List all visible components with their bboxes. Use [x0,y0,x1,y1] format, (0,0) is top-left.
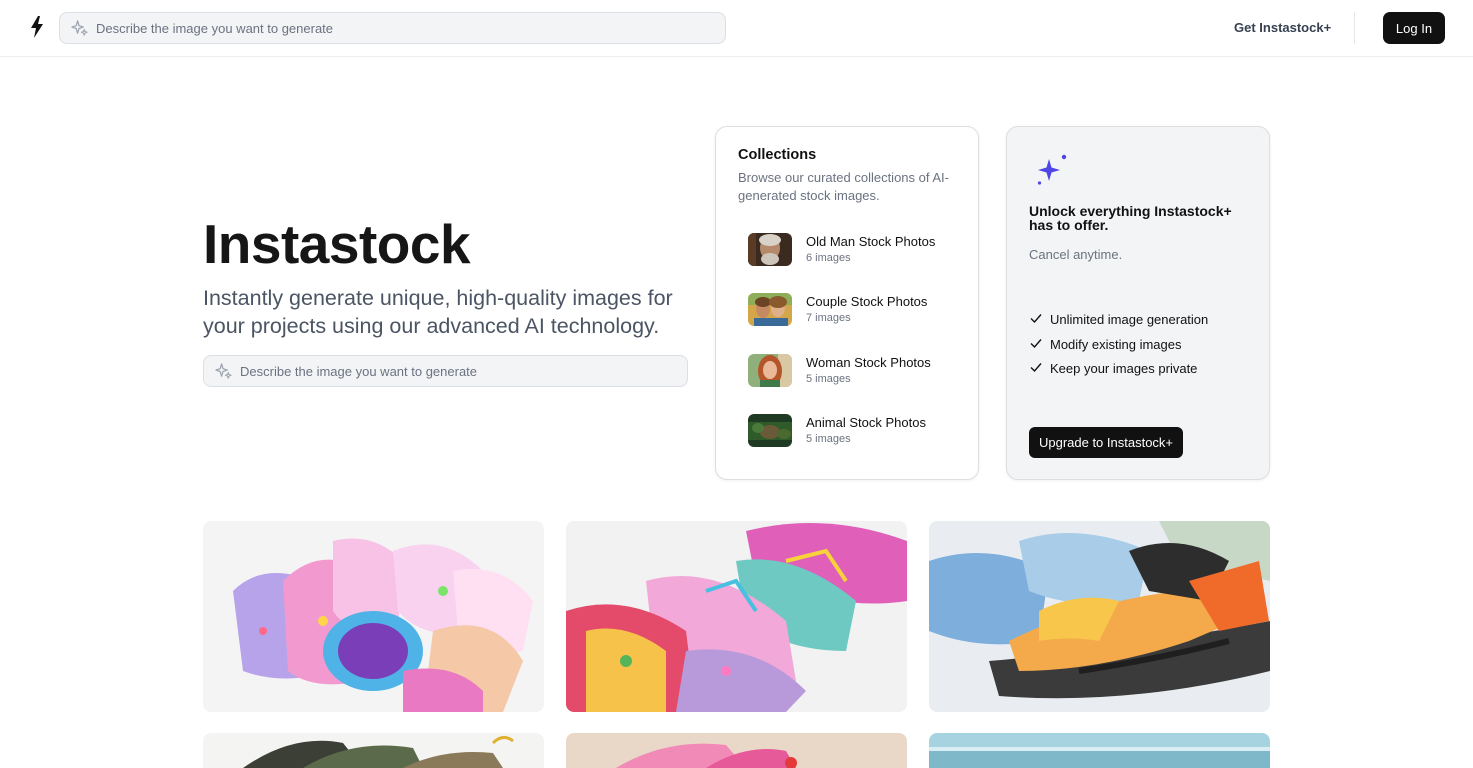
gallery-image-sandal[interactable] [929,521,1270,712]
checkmark-icon [1030,314,1042,324]
collection-item-woman[interactable]: Woman Stock Photos 5 images [748,352,958,392]
sparkle-icon [1037,154,1067,185]
feature-label: Keep your images private [1050,361,1198,376]
checkmark-icon [1030,339,1042,349]
sparkle-icon [71,20,88,36]
hero-search-input[interactable] [240,356,680,386]
lightning-bolt-icon[interactable] [30,16,44,38]
header-divider [1354,12,1355,44]
collection-item-count: 7 images [806,312,851,324]
upgrade-subtitle: Cancel anytime. [1029,247,1123,262]
sparkle-icon [215,363,232,379]
gallery-image-pink-clog[interactable] [566,733,907,768]
colorful-sneakers-image [203,521,544,712]
checkmark-icon [1030,363,1042,373]
collection-thumbnail [748,233,792,266]
collection-item-name: Old Man Stock Photos [806,234,936,249]
gallery-image-beach[interactable] [929,733,1270,768]
upgrade-button[interactable]: Upgrade to Instastock+ [1029,427,1183,458]
page-title: Instastock [203,213,471,275]
collection-item-old-man[interactable]: Old Man Stock Photos 6 images [748,231,958,271]
collection-item-count: 6 images [806,252,851,264]
collections-title: Collections [738,147,817,163]
beach-scene-image [929,733,1270,768]
header-search-input[interactable] [96,13,716,43]
collection-item-count: 5 images [806,373,851,385]
gallery-image-glitter-sneakers[interactable] [566,521,907,712]
pink-clog-image [566,733,907,768]
collection-item-animal[interactable]: Animal Stock Photos 5 images [748,412,958,452]
collection-item-count: 5 images [806,433,851,445]
glitter-sneakers-image [566,521,907,712]
feature-label: Modify existing images [1050,337,1182,352]
collection-item-name: Animal Stock Photos [806,415,926,430]
collections-description: Browse our curated collections of AI-gen… [738,170,949,203]
feature-label: Unlimited image generation [1050,312,1209,327]
collection-item-name: Couple Stock Photos [806,294,928,309]
upgrade-card: Unlock everything Instastock+ has to off… [1006,126,1270,480]
collections-card: Collections Browse our curated collectio… [715,126,979,480]
get-instastock-plus-link[interactable]: Get Instastock+ [1234,20,1331,35]
header-search-bar[interactable] [59,12,726,44]
collection-thumbnail [748,414,792,447]
top-navigation-bar: Get Instastock+ Log In [0,0,1473,57]
dark-sandals-image [203,733,544,768]
collection-item-name: Woman Stock Photos [806,355,931,370]
collection-thumbnail [748,354,792,387]
login-button[interactable]: Log In [1383,12,1445,44]
collection-item-couple[interactable]: Couple Stock Photos 7 images [748,291,958,331]
hero-search-bar[interactable] [203,355,688,387]
collection-thumbnail [748,293,792,326]
gallery-image-sneakers[interactable] [203,521,544,712]
upgrade-title: Unlock everything Instastock+ has to off… [1029,203,1232,233]
gallery-image-dark-sandals[interactable] [203,733,544,768]
orange-sandal-image [929,521,1270,712]
hero-subtitle: Instantly generate unique, high-quality … [203,286,673,338]
